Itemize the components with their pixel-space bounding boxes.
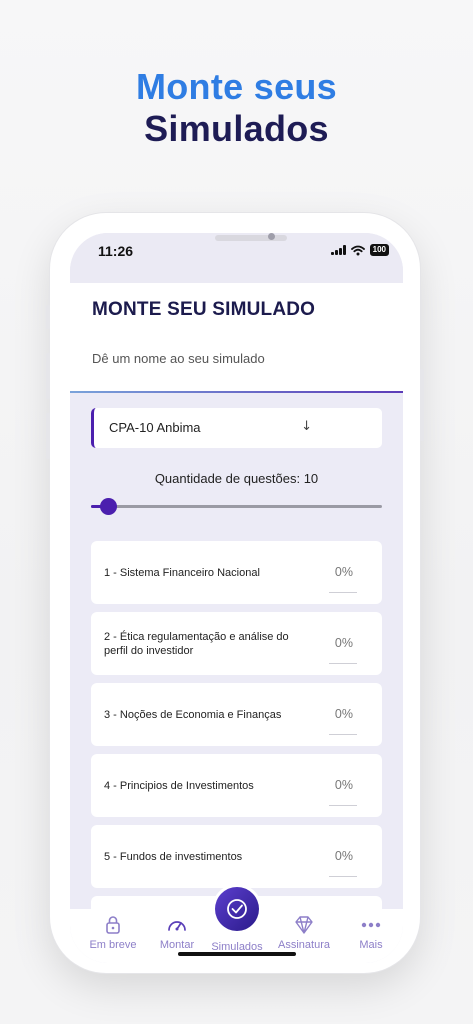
speedometer-icon [168, 921, 186, 931]
phone-volume-up [46, 353, 50, 399]
topic-percent-underline [329, 876, 357, 877]
phone-frame: 11:26 100 MONTE SEU SIMULADO Dê um nome … [46, 213, 424, 973]
topic-percent-input[interactable]: 0% [335, 778, 353, 792]
tab-label: Em breve [89, 939, 137, 951]
marketing-headline: Monte seus Simulados [0, 66, 473, 150]
topic-card[interactable]: 1 - Sistema Financeiro Nacional 0% [91, 541, 382, 604]
tab-assinatura[interactable]: Assinatura [271, 915, 337, 951]
topic-label: 3 - Noções de Economia e Finanças [104, 708, 282, 721]
header-card: MONTE SEU SIMULADO Dê um nome ao seu sim… [70, 283, 403, 393]
headline-line-1: Monte seus [135, 66, 338, 107]
topic-card[interactable]: 5 - Fundos de investimentos 0% [91, 825, 382, 888]
topic-card[interactable]: 4 - Principios de Investimentos 0% [91, 754, 382, 817]
topic-percent-underline [329, 592, 357, 593]
tab-label: Mais [359, 939, 383, 951]
question-count-label: Quantidade de questões: 10 [154, 471, 319, 486]
tab-label: Montar [159, 939, 195, 951]
topic-label: 2 - Ética regulamentação e análise do pe… [104, 630, 289, 657]
lock-icon [106, 916, 120, 934]
signal-icon [330, 245, 346, 255]
topic-label: 4 - Principios de Investimentos [104, 779, 254, 792]
front-camera [268, 233, 275, 240]
tab-em-breve[interactable]: Em breve [80, 915, 146, 951]
topic-card[interactable]: 3 - Noções de Economia e Finanças 0% [91, 683, 382, 746]
tab-simulados-button[interactable] [215, 887, 259, 931]
topic-percent-input[interactable]: 0% [335, 707, 353, 721]
topic-card[interactable]: 2 - Ética regulamentação e análise do pe… [91, 612, 382, 675]
tab-mais[interactable]: Mais [338, 915, 403, 951]
headline-line-2: Simulados [144, 108, 329, 149]
topic-percent-input[interactable]: 0% [335, 565, 353, 579]
phone-silent-switch [46, 305, 50, 329]
topic-percent-underline [329, 734, 357, 735]
simulado-name-input[interactable]: Dê um nome ao seu simulado [92, 351, 265, 366]
input-underline [70, 391, 403, 393]
more-dots-icon [361, 922, 381, 928]
phone-power-button [420, 369, 424, 441]
arrow-down-icon: ↓ [301, 419, 312, 434]
topic-label: 1 - Sistema Financeiro Nacional [104, 566, 260, 579]
home-indicator [178, 952, 296, 956]
topic-percent-input[interactable]: 0% [335, 849, 353, 863]
battery-icon: 100 [369, 244, 389, 256]
speaker-notch [215, 235, 287, 241]
exam-select[interactable]: CPA-10 Anbima ↓ [91, 408, 382, 448]
page-title: MONTE SEU SIMULADO [92, 299, 316, 320]
status-bar: 11:26 100 [70, 233, 403, 283]
topic-label: 5 - Fundos de investimentos [104, 850, 243, 863]
slider-thumb[interactable] [100, 498, 117, 515]
topic-percent-underline [329, 805, 357, 806]
exam-select-value: CPA-10 Anbima [109, 420, 201, 435]
diamond-icon [295, 916, 313, 934]
status-icons: 100 [330, 244, 389, 256]
tab-label: Assinatura [278, 939, 330, 951]
check-circle-icon [227, 899, 247, 919]
topic-percent-underline [329, 663, 357, 664]
question-count-slider[interactable] [91, 498, 382, 515]
app-screen: 11:26 100 MONTE SEU SIMULADO Dê um nome … [70, 233, 403, 963]
wifi-icon [350, 245, 365, 255]
topic-percent-input[interactable]: 0% [335, 636, 353, 650]
phone-volume-down [46, 413, 50, 459]
status-time: 11:26 [98, 243, 134, 259]
